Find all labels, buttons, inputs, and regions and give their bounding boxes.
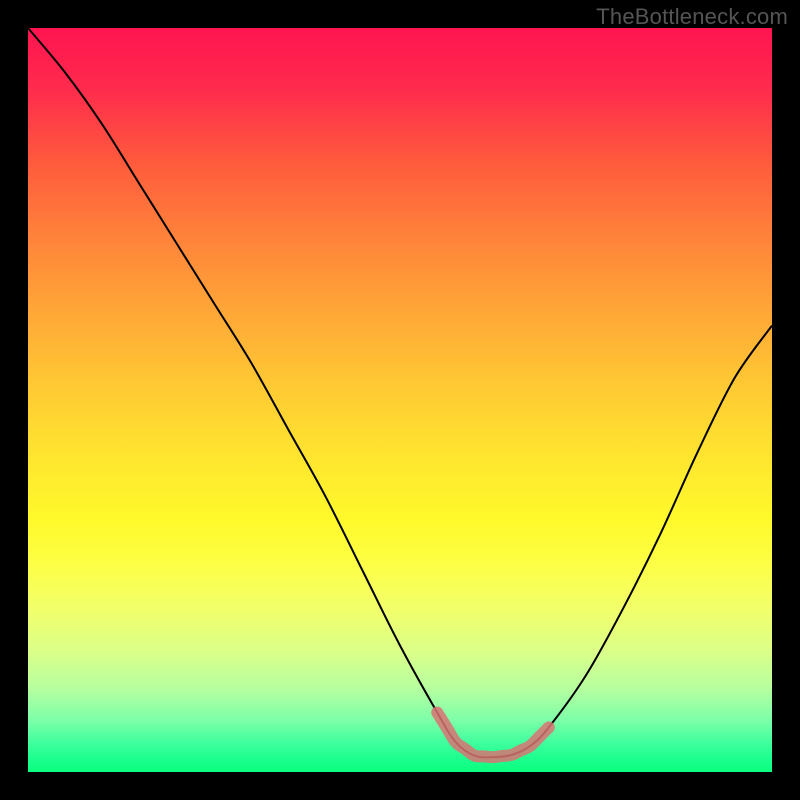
chart-frame: TheBottleneck.com [0, 0, 800, 800]
watermark-label: TheBottleneck.com [596, 4, 788, 30]
curve-path [28, 28, 772, 757]
plot-area [28, 28, 772, 772]
optimal-band-path [437, 712, 549, 757]
chart-svg [28, 28, 772, 772]
